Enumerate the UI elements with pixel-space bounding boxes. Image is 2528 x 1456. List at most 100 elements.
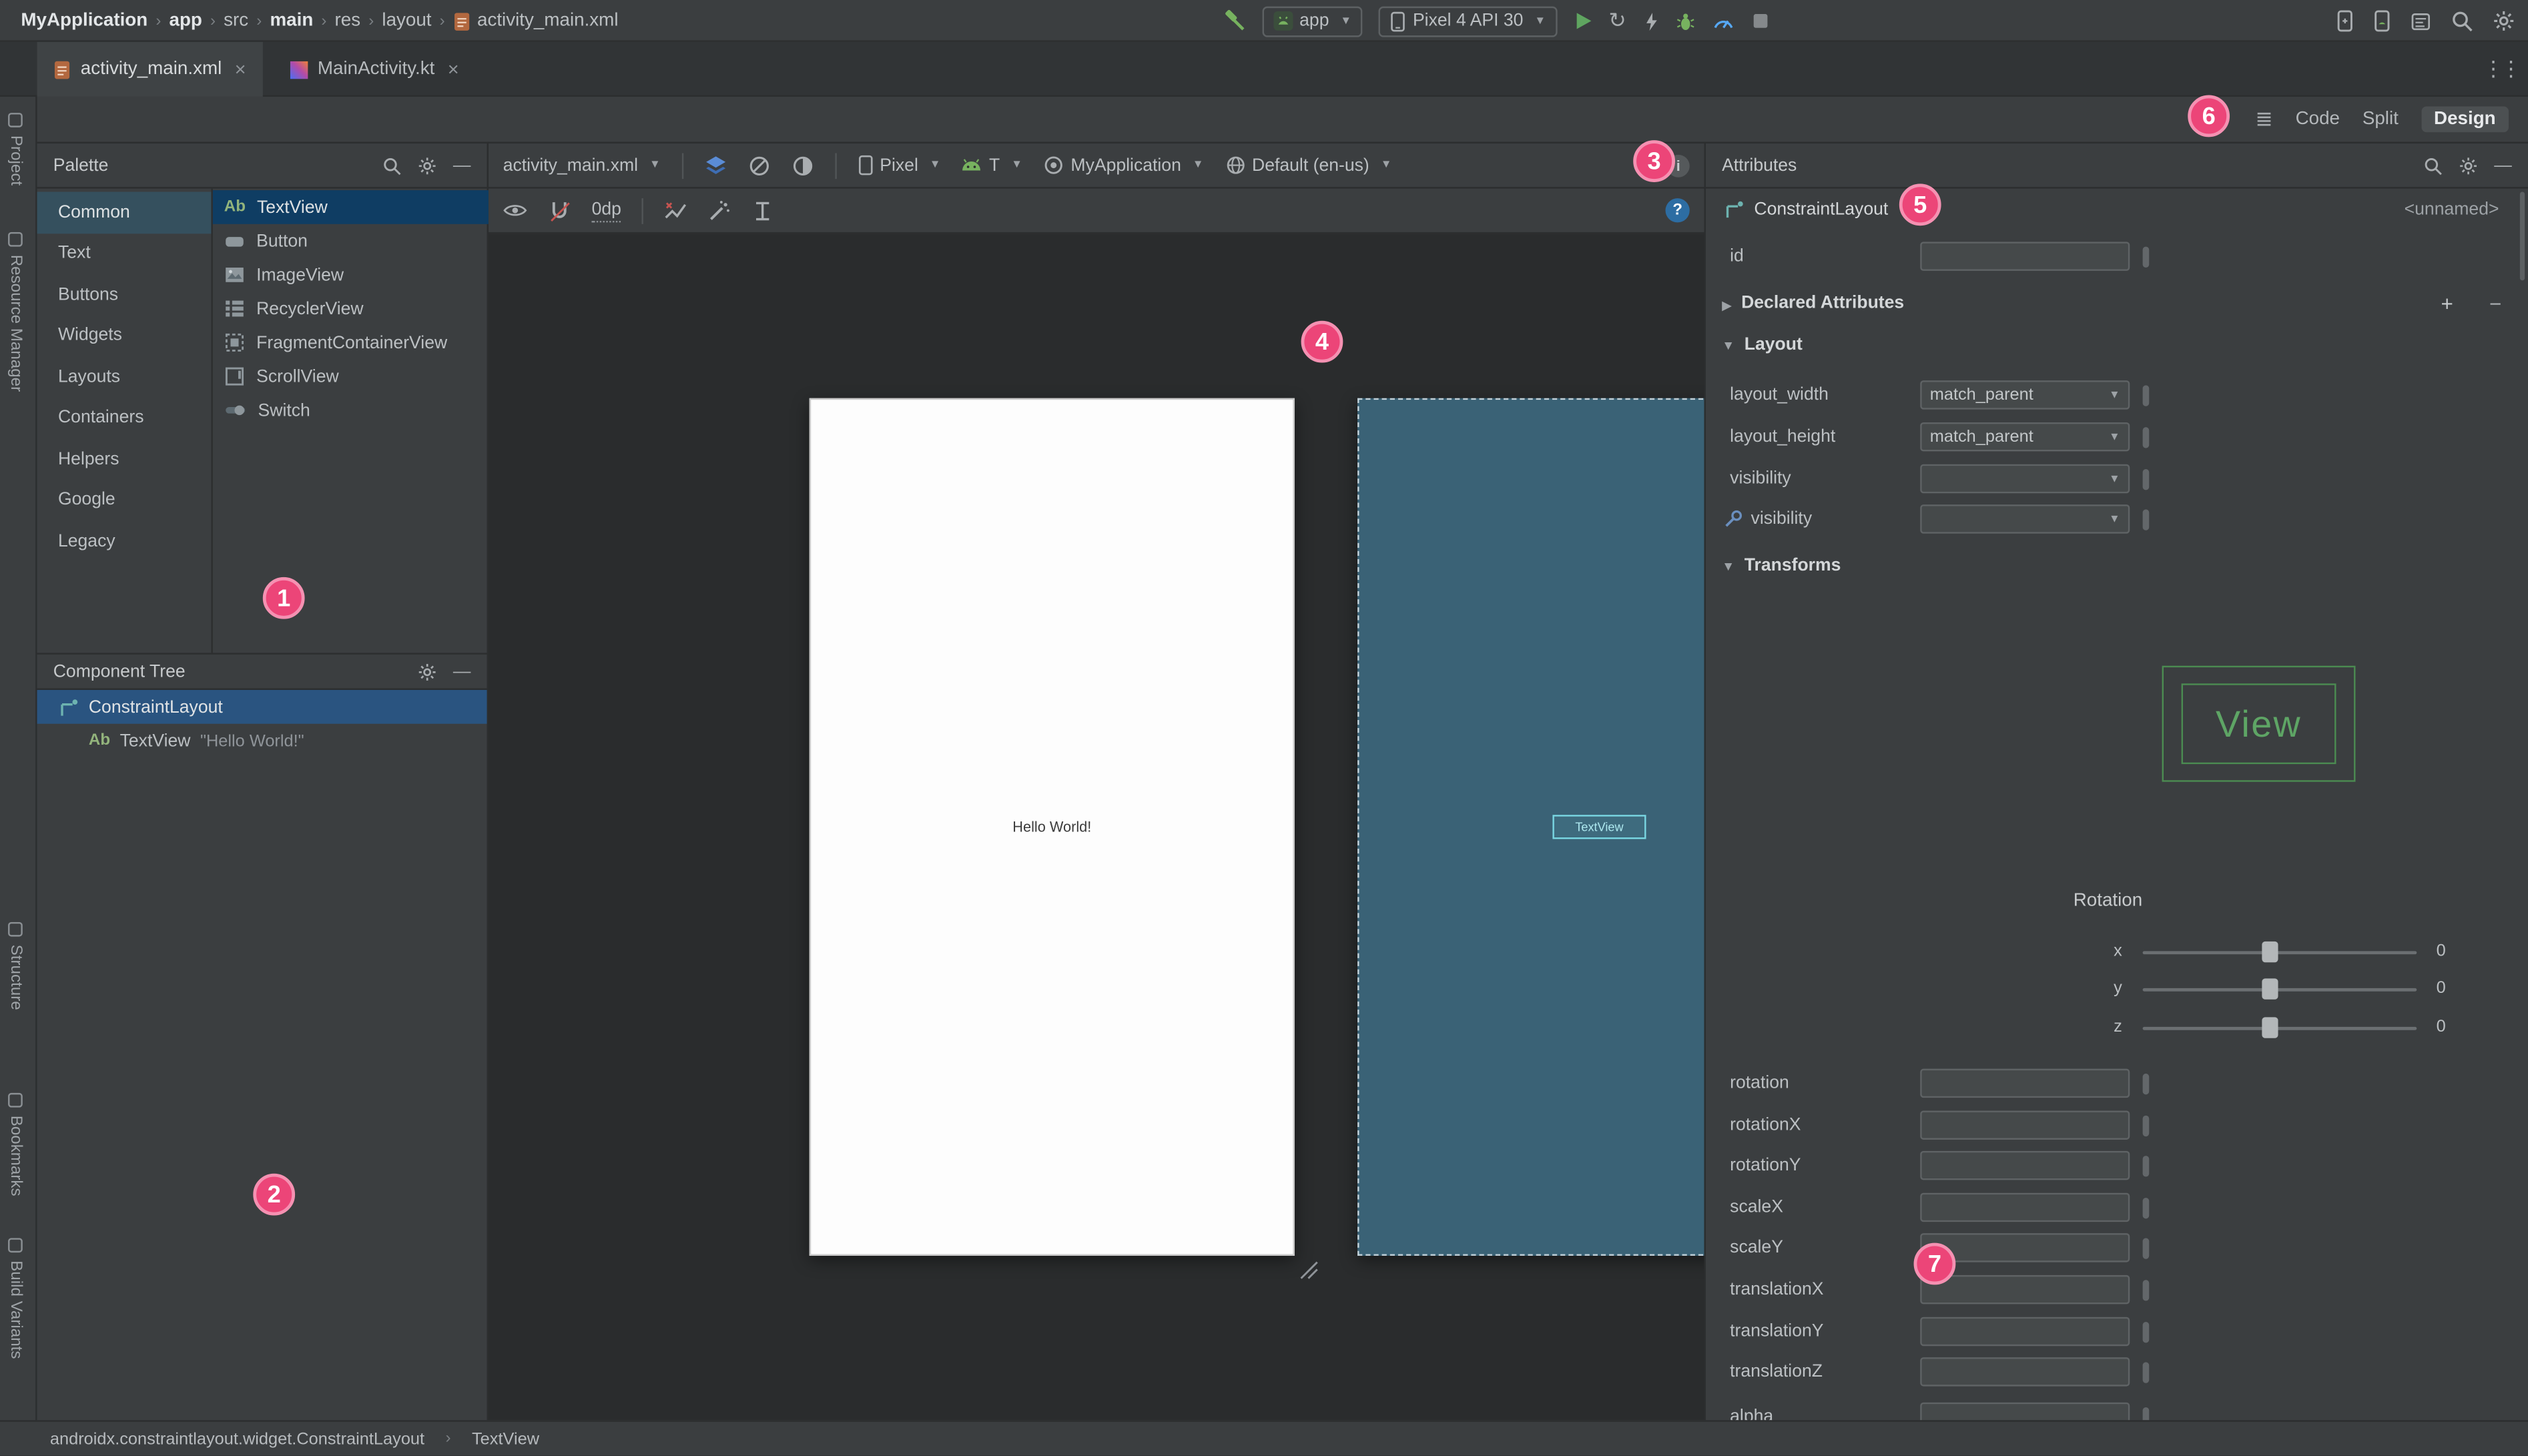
transforms-section-header[interactable]: ▼ Transforms xyxy=(1706,551,2528,587)
device-manager-icon[interactable] xyxy=(2373,9,2391,32)
rotationx-input[interactable] xyxy=(1920,1110,2130,1140)
infer-constraints-wand-icon[interactable] xyxy=(708,199,731,222)
clear-constraints-icon[interactable] xyxy=(665,200,687,221)
api-version-select[interactable]: T ▼ xyxy=(962,155,1022,175)
layout-file-select[interactable]: activity_main.xml ▼ xyxy=(503,155,661,175)
tool-window-bookmarks[interactable]: Bookmarks xyxy=(7,1092,24,1196)
search-icon[interactable] xyxy=(2423,155,2443,175)
layout-section-header[interactable]: ▼ Layout xyxy=(1706,330,2528,366)
stop-button[interactable] xyxy=(1751,11,1770,31)
gear-icon[interactable] xyxy=(418,155,437,175)
tree-row-constraintlayout[interactable]: ConstraintLayout xyxy=(37,689,487,724)
canvas-resize-handle[interactable] xyxy=(1299,1260,1319,1280)
debug-button[interactable] xyxy=(1674,11,1695,31)
tab-close-icon[interactable]: × xyxy=(235,58,246,81)
search-icon[interactable] xyxy=(382,155,402,175)
palette-item-imageview[interactable]: ImageView xyxy=(213,258,489,292)
palette-category-helpers[interactable]: Helpers xyxy=(37,438,212,480)
device-mirror-icon[interactable] xyxy=(2336,9,2354,32)
mode-design-button[interactable]: Design xyxy=(2421,106,2509,133)
pack-align-icon[interactable] xyxy=(752,199,775,222)
theme-select[interactable]: MyApplication ▼ xyxy=(1043,155,1204,175)
resource-flag[interactable] xyxy=(2142,1073,2150,1095)
locale-select[interactable]: Default (en-us) ▼ xyxy=(1225,155,1391,175)
device-select[interactable]: Pixel 4 API 30 ▼ xyxy=(1379,5,1558,37)
declared-attributes-row[interactable]: ▶ Declared Attributes + − xyxy=(1706,288,2528,324)
rotationy-input[interactable] xyxy=(1920,1150,2130,1180)
tab-close-icon[interactable]: × xyxy=(448,58,459,81)
hello-world-text[interactable]: Hello World! xyxy=(811,819,1293,835)
add-attribute-icon[interactable]: + xyxy=(2441,292,2453,316)
palette-item-scrollview[interactable]: ScrollView xyxy=(213,360,489,394)
slider-thumb[interactable] xyxy=(2262,941,2278,963)
layout-width-select[interactable]: match_parent ▼ xyxy=(1920,380,2130,410)
slider-track[interactable] xyxy=(2142,988,2417,992)
layout-height-select[interactable]: match_parent ▼ xyxy=(1920,422,2130,452)
night-mode-icon[interactable] xyxy=(791,154,814,177)
status-breadcrumb-path[interactable]: androidx.constraintlayout.widget.Constra… xyxy=(50,1429,424,1449)
palette-item-fragmentcontainerview[interactable]: FragmentContainerView xyxy=(213,326,489,360)
palette-category-buttons[interactable]: Buttons xyxy=(37,274,212,316)
tool-window-build-variants[interactable]: Build Variants xyxy=(7,1238,24,1359)
minimize-icon[interactable]: — xyxy=(453,155,471,175)
editor-menu-icon[interactable]: ≣ xyxy=(2255,106,2272,132)
breadcrumb-main[interactable]: main xyxy=(270,11,313,31)
palette-category-text[interactable]: Text xyxy=(37,233,212,274)
run-button[interactable] xyxy=(1573,11,1592,31)
default-margins-button[interactable]: 0dp xyxy=(591,199,621,222)
resource-flag[interactable] xyxy=(2142,385,2150,406)
palette-item-recyclerview[interactable]: RecyclerView xyxy=(213,292,489,326)
tab-activity-main-xml[interactable]: activity_main.xml × xyxy=(37,41,262,97)
logcat-icon[interactable] xyxy=(2411,11,2431,31)
resource-flag[interactable] xyxy=(2142,1115,2150,1137)
rotation-input[interactable] xyxy=(1920,1068,2130,1098)
blueprint-textview-widget[interactable]: TextView xyxy=(1552,815,1646,839)
resource-flag[interactable] xyxy=(2142,1321,2150,1343)
view-options-eye-icon[interactable] xyxy=(503,202,527,220)
minimize-icon[interactable]: — xyxy=(2494,155,2512,175)
translationx-input[interactable] xyxy=(1920,1275,2130,1305)
palette-item-switch[interactable]: Switch xyxy=(213,393,489,427)
tool-window-project[interactable]: Project xyxy=(7,113,24,186)
resource-flag[interactable] xyxy=(2142,427,2150,448)
tab-overflow-icon[interactable]: ⋮⋮ xyxy=(2483,57,2521,83)
remove-attribute-icon[interactable]: − xyxy=(2489,292,2501,316)
build-hammer-icon[interactable] xyxy=(1222,9,1246,33)
palette-item-textview[interactable]: Ab TextView xyxy=(212,190,489,224)
mode-split-button[interactable]: Split xyxy=(2362,109,2399,129)
tab-main-activity-kt[interactable]: MainActivity.kt × xyxy=(274,42,475,97)
settings-gear-icon[interactable] xyxy=(2493,9,2515,32)
search-icon[interactable] xyxy=(2451,9,2473,32)
design-surface-select-icon[interactable] xyxy=(704,155,727,175)
palette-item-button[interactable]: Button xyxy=(213,224,489,258)
gear-icon[interactable] xyxy=(418,662,437,681)
alpha-input[interactable] xyxy=(1920,1402,2130,1421)
breadcrumb-file[interactable]: activity_main.xml xyxy=(477,11,619,31)
tool-window-resource-manager[interactable]: Resource Manager xyxy=(7,232,24,392)
tree-row-textview[interactable]: Ab TextView "Hello World!" xyxy=(37,724,487,758)
slider-thumb[interactable] xyxy=(2262,1017,2278,1038)
resource-flag[interactable] xyxy=(2142,1156,2150,1177)
breadcrumb-src[interactable]: src xyxy=(224,11,248,31)
scrollbar[interactable] xyxy=(2519,192,2525,281)
orientation-icon[interactable] xyxy=(747,154,770,177)
slider-track[interactable] xyxy=(2142,1026,2417,1030)
status-breadcrumb-node[interactable]: TextView xyxy=(472,1429,539,1449)
palette-category-widgets[interactable]: Widgets xyxy=(37,315,212,356)
breadcrumb-app[interactable]: app xyxy=(170,11,202,31)
mode-code-button[interactable]: Code xyxy=(2296,109,2340,129)
resource-flag[interactable] xyxy=(2142,1197,2150,1219)
palette-category-layouts[interactable]: Layouts xyxy=(37,356,212,398)
autoconnect-off-magnet-icon[interactable] xyxy=(548,199,571,222)
palette-category-legacy[interactable]: Legacy xyxy=(37,520,212,562)
tools-visibility-select[interactable]: ▼ xyxy=(1920,504,2130,534)
resource-flag[interactable] xyxy=(2142,468,2150,490)
resource-flag[interactable] xyxy=(2142,1280,2150,1301)
device-for-preview-select[interactable]: Pixel ▼ xyxy=(857,155,941,175)
scalex-input[interactable] xyxy=(1920,1192,2130,1222)
profiler-button[interactable] xyxy=(1712,11,1734,31)
breadcrumb-layout[interactable]: layout xyxy=(382,11,431,31)
run-config-select[interactable]: app ▼ xyxy=(1262,5,1363,37)
translationz-input[interactable] xyxy=(1920,1357,2130,1387)
resource-flag[interactable] xyxy=(2142,246,2150,268)
